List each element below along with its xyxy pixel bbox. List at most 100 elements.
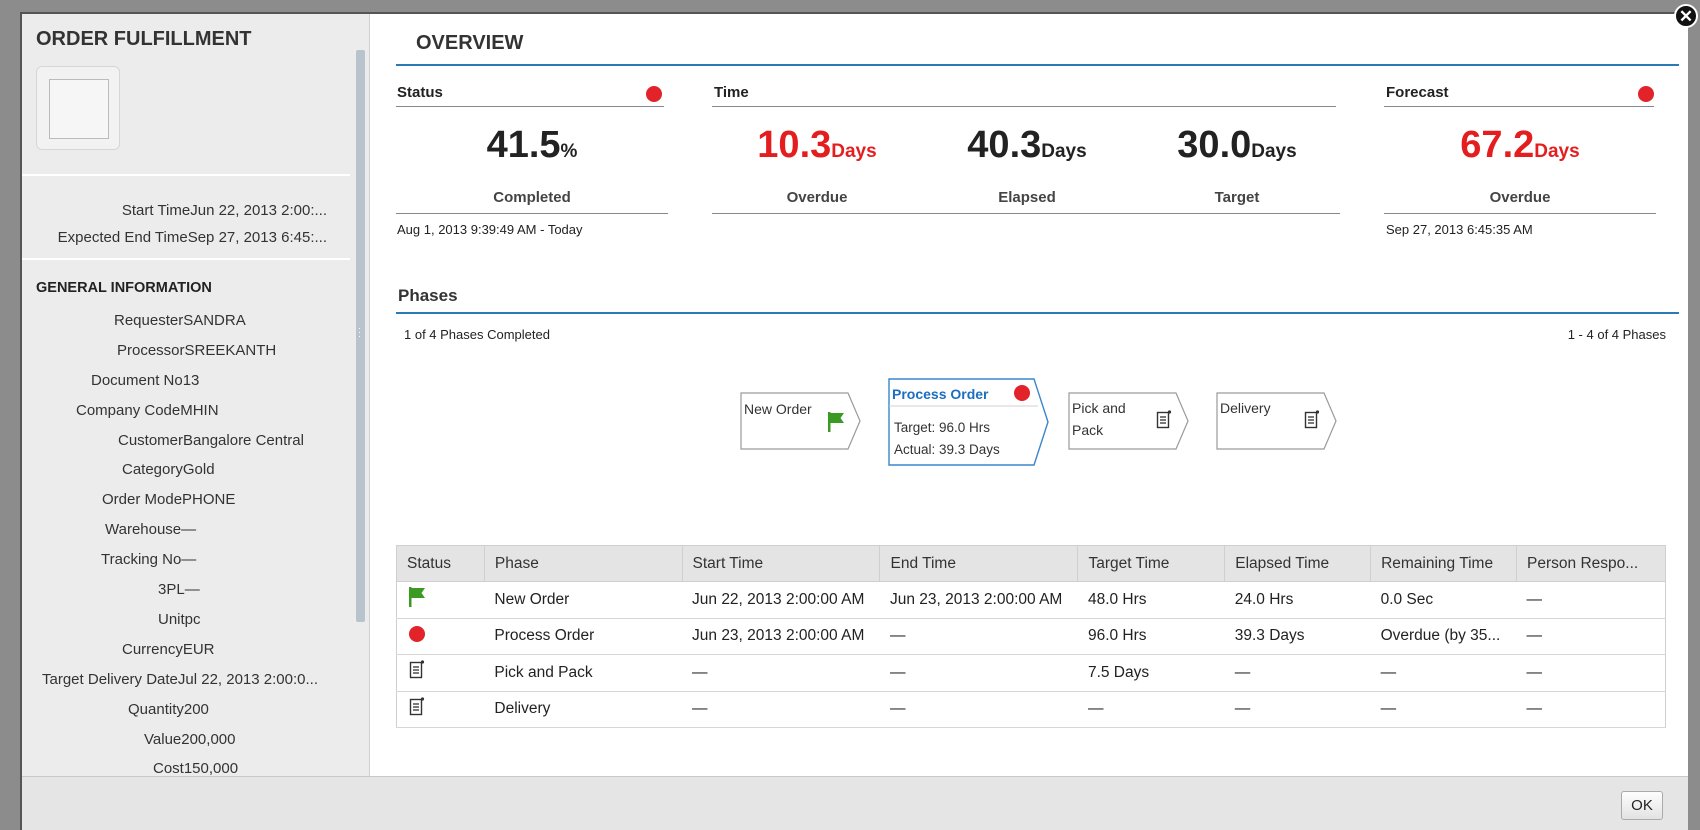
end-time-cell: — bbox=[879, 654, 1078, 692]
time-divider bbox=[712, 106, 1336, 107]
info-3pl: 3PL— bbox=[158, 581, 200, 598]
phase-step-process-order[interactable]: Process Order Target: 96.0 Hrs Actual: 3… bbox=[888, 378, 1050, 466]
remaining-time-cell: Overdue (by 35... bbox=[1370, 617, 1517, 655]
end-time-cell: — bbox=[879, 617, 1078, 655]
elapsed-time-cell: 39.3 Days bbox=[1224, 617, 1371, 655]
sidebar-title: ORDER FULFILLMENT bbox=[36, 28, 252, 50]
person-responsible-cell: — bbox=[1516, 581, 1666, 619]
elapsed-time-cell: 24.0 Hrs bbox=[1224, 581, 1371, 619]
column-header-target-time[interactable]: Target Time bbox=[1077, 545, 1226, 582]
forecast-date: Sep 27, 2013 6:45:35 AM bbox=[1386, 222, 1533, 237]
info-unit: Unitpc bbox=[158, 611, 201, 628]
expected-end-time: Expected End TimeSep 27, 2013 6:45:... bbox=[57, 229, 327, 246]
table-row[interactable]: Pick and Pack — — 7.5 Days — — — bbox=[396, 654, 1666, 692]
column-header-end-time[interactable]: End Time bbox=[879, 545, 1079, 582]
table-row[interactable]: New Order Jun 22, 2013 2:00:00 AM Jun 23… bbox=[396, 581, 1666, 619]
overview-title: OVERVIEW bbox=[416, 32, 524, 54]
status-cell bbox=[396, 690, 485, 728]
column-header-elapsed-time[interactable]: Elapsed Time bbox=[1224, 545, 1372, 582]
column-header-person-responsible[interactable]: Person Respo... bbox=[1516, 545, 1666, 582]
start-time-cell: Jun 22, 2013 2:00:00 AM bbox=[682, 581, 880, 619]
target-value: 30.0Days bbox=[1177, 124, 1297, 166]
document-icon bbox=[409, 697, 425, 715]
sidebar-divider bbox=[22, 174, 350, 176]
ok-button[interactable]: OK bbox=[1621, 791, 1663, 820]
table-row[interactable]: Process Order Jun 23, 2013 2:00:00 AM — … bbox=[396, 617, 1666, 655]
phase-actual-text: Actual: 39.3 Days bbox=[894, 442, 1000, 457]
document-icon bbox=[1156, 410, 1172, 429]
phases-completed-count: 1 of 4 Phases Completed bbox=[404, 327, 550, 342]
info-requester: RequesterSANDRA bbox=[114, 312, 246, 329]
phase-step-label: Process Order bbox=[892, 386, 989, 402]
overview-divider bbox=[396, 64, 1679, 66]
phase-cell: New Order bbox=[484, 581, 683, 619]
phase-cell: Delivery bbox=[484, 690, 683, 728]
phases-divider bbox=[396, 312, 1679, 314]
general-information-heading: GENERAL INFORMATION bbox=[36, 280, 212, 296]
status-alert-icon bbox=[646, 86, 662, 102]
elapsed-time-cell: — bbox=[1224, 690, 1371, 728]
table-header-row: Status Phase Start Time End Time Target … bbox=[396, 545, 1666, 582]
remaining-time-cell: 0.0 Sec bbox=[1370, 581, 1517, 619]
document-icon bbox=[409, 660, 425, 679]
info-cost: Cost150,000 bbox=[153, 760, 239, 776]
status-cell bbox=[396, 617, 485, 655]
info-processor: ProcessorSREEKANTH bbox=[117, 342, 277, 359]
completion-value: 41.5% bbox=[486, 124, 578, 166]
info-category: CategoryGold bbox=[122, 461, 215, 478]
status-cell bbox=[396, 654, 485, 692]
status-heading: Status bbox=[397, 84, 443, 101]
phase-target-text: Target: 96.0 Hrs bbox=[894, 420, 991, 435]
info-currency: CurrencyEUR bbox=[122, 641, 215, 658]
start-time-cell: — bbox=[682, 690, 880, 728]
time-bottom-divider bbox=[712, 213, 1340, 214]
forecast-value: 67.2Days bbox=[1460, 124, 1580, 166]
info-tracking-no: Tracking No— bbox=[101, 551, 197, 568]
target-label: Target bbox=[1214, 189, 1260, 206]
info-quantity: Quantity200 bbox=[128, 701, 209, 718]
table-row[interactable]: Delivery — — — — — — bbox=[396, 690, 1666, 728]
sidebar-divider bbox=[22, 258, 350, 260]
person-responsible-cell: — bbox=[1516, 617, 1666, 655]
status-cell bbox=[396, 581, 485, 619]
column-header-phase[interactable]: Phase bbox=[483, 545, 683, 582]
info-value: Value200,000 bbox=[144, 731, 236, 748]
red-dot-icon bbox=[409, 625, 425, 642]
column-header-status[interactable]: Status bbox=[396, 545, 485, 582]
column-header-remaining-time[interactable]: Remaining Time bbox=[1370, 545, 1518, 582]
forecast-alert-icon bbox=[1638, 86, 1654, 102]
image-frame-icon bbox=[49, 79, 109, 139]
start-time-cell: — bbox=[682, 654, 880, 692]
elapsed-time-cell: — bbox=[1224, 654, 1371, 692]
info-order-mode: Order ModePHONE bbox=[102, 491, 236, 508]
start-time: Start TimeJun 22, 2013 2:00:... bbox=[121, 202, 327, 219]
forecast-overdue-label: Overdue bbox=[1489, 189, 1551, 206]
phase-alert-icon bbox=[1014, 385, 1030, 401]
completed-label: Completed bbox=[493, 189, 571, 206]
main-panel: OVERVIEW Status 41.5% Completed Aug 1, 2… bbox=[370, 14, 1688, 776]
resize-grip-icon[interactable]: · · · bbox=[355, 324, 364, 342]
green-flag-icon bbox=[828, 412, 844, 432]
column-header-start-time[interactable]: Start Time bbox=[681, 545, 881, 582]
info-warehouse: Warehouse— bbox=[105, 521, 197, 538]
person-responsible-cell: — bbox=[1516, 690, 1666, 728]
phase-step-new-order[interactable]: New Order bbox=[740, 392, 862, 450]
info-target-delivery-date: Target Delivery DateJul 22, 2013 2:00:0.… bbox=[42, 671, 318, 688]
close-dialog-button[interactable]: ✕ bbox=[1674, 4, 1698, 28]
remaining-time-cell: — bbox=[1370, 654, 1517, 692]
end-time-cell: Jun 23, 2013 2:00:00 AM bbox=[879, 581, 1078, 619]
phase-cell: Process Order bbox=[484, 617, 683, 655]
phase-step-delivery[interactable]: Delivery bbox=[1216, 392, 1338, 450]
remaining-time-cell: — bbox=[1370, 690, 1517, 728]
info-document-no: Document No13 bbox=[91, 372, 200, 389]
elapsed-value: 40.3Days bbox=[967, 124, 1087, 166]
phase-step-label: Delivery bbox=[1220, 400, 1271, 416]
person-responsible-cell: — bbox=[1516, 654, 1666, 692]
green-flag-icon bbox=[409, 587, 425, 608]
phase-step-pick-and-pack[interactable]: Pick and Pack bbox=[1068, 392, 1190, 450]
sidebar: ORDER FULFILLMENT Start TimeJun 22, 2013… bbox=[22, 14, 370, 776]
target-time-cell: 96.0 Hrs bbox=[1077, 617, 1225, 655]
forecast-heading: Forecast bbox=[1386, 84, 1449, 101]
process-image-placeholder bbox=[36, 66, 120, 150]
end-time-cell: — bbox=[879, 690, 1078, 728]
